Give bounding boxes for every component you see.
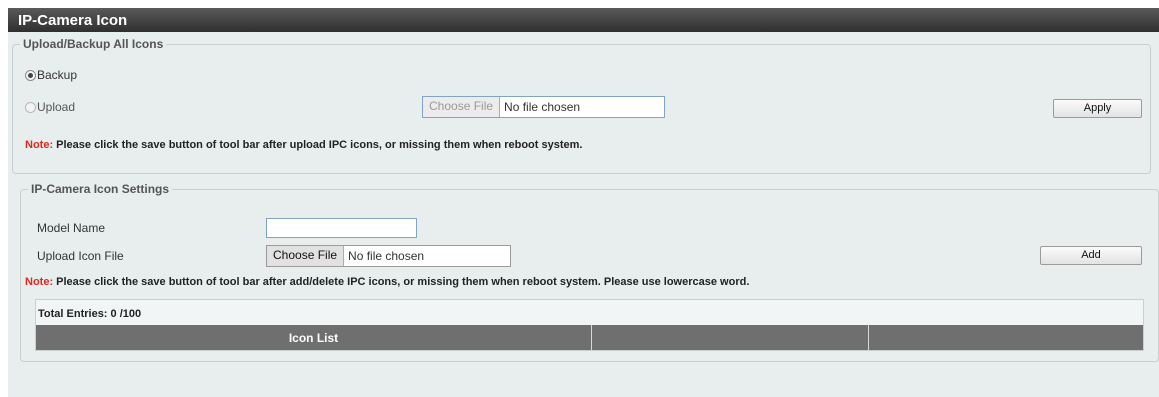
table-header-col-3 xyxy=(869,325,1143,350)
table-header-row: Icon List xyxy=(36,325,1143,350)
note-text: Please click the save button of tool bar… xyxy=(53,276,750,288)
backup-radio-label: Backup xyxy=(37,68,78,82)
page-title: IP-Camera Icon xyxy=(8,8,1159,32)
upload-note: Note: Please click the save button of to… xyxy=(25,139,582,151)
note-prefix: Note: xyxy=(25,276,54,288)
upload-backup-legend: Upload/Backup All Icons xyxy=(23,37,164,51)
upload-icon-file-label: Upload Icon File xyxy=(37,249,124,263)
choose-file-button[interactable]: Choose File xyxy=(423,97,501,117)
icon-list-table: Total Entries: 0 /100 Icon List xyxy=(35,299,1144,351)
model-name-input[interactable] xyxy=(266,218,417,238)
upload-radio-option[interactable]: Upload xyxy=(25,100,75,114)
settings-note: Note: Please click the save button of to… xyxy=(25,276,749,288)
note-text: Please click the save button of tool bar… xyxy=(53,139,583,151)
upload-icon-file-input[interactable]: Choose File No file chosen xyxy=(266,245,511,267)
note-prefix: Note: xyxy=(25,139,54,151)
backup-radio[interactable] xyxy=(25,69,36,81)
icon-list-header: Icon List xyxy=(36,325,592,350)
choose-icon-file-button[interactable]: Choose File xyxy=(267,246,345,266)
backup-radio-option[interactable]: Backup xyxy=(25,68,77,82)
add-button[interactable]: Add xyxy=(1040,246,1142,265)
upload-radio-label: Upload xyxy=(37,100,76,114)
file-status-text: No file chosen xyxy=(504,100,581,114)
upload-all-file-input[interactable]: Choose File No file chosen xyxy=(422,96,665,118)
icon-settings-legend: IP-Camera Icon Settings xyxy=(31,182,170,196)
apply-button[interactable]: Apply xyxy=(1053,99,1142,118)
model-name-label: Model Name xyxy=(37,221,106,235)
upload-radio[interactable] xyxy=(25,101,36,113)
total-entries: Total Entries: 0 /100 xyxy=(38,308,142,320)
icon-file-status-text: No file chosen xyxy=(348,249,425,263)
content-panel: Upload/Backup All Icons Backup Upload Ch… xyxy=(8,32,1159,397)
table-header-col-2 xyxy=(592,325,869,350)
